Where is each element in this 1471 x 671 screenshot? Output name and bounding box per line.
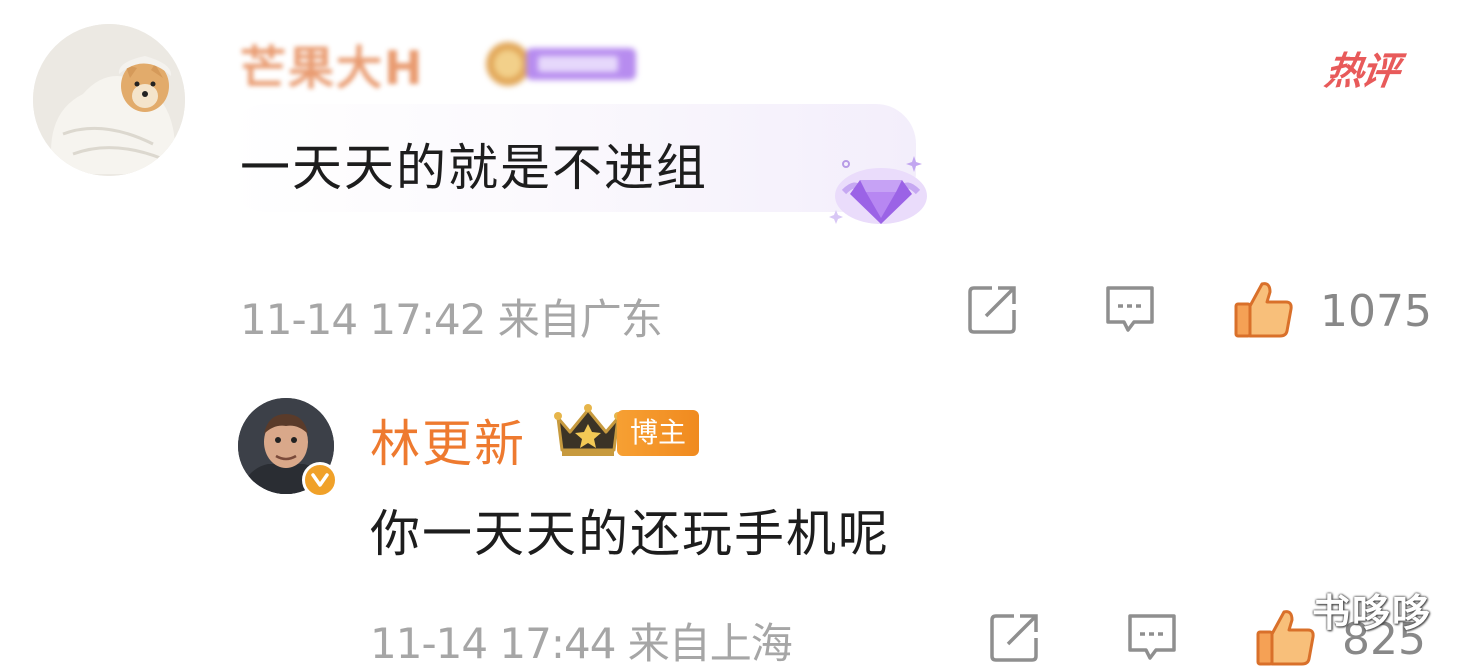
thumbs-up-icon[interactable] bbox=[1232, 276, 1296, 340]
reply-username[interactable]: 林更新 bbox=[370, 404, 526, 476]
reply-text: 你一天天的还玩手机呢 bbox=[370, 505, 890, 563]
timestamp: 11-14 17:42 bbox=[240, 295, 486, 344]
member-badge bbox=[478, 38, 638, 88]
diamond-icon bbox=[829, 156, 927, 224]
comment-icon[interactable] bbox=[1102, 282, 1158, 336]
watermark: 书哆哆 bbox=[1312, 591, 1433, 635]
location: 来自广东 bbox=[497, 295, 663, 344]
comment-text: 一天天的就是不进组 bbox=[240, 139, 708, 197]
username[interactable]: 芒果大H bbox=[240, 32, 425, 98]
like-count: 1075 bbox=[1320, 286, 1432, 337]
dog-avatar-icon bbox=[33, 24, 185, 176]
verified-icon bbox=[302, 462, 338, 498]
share-icon[interactable] bbox=[988, 610, 1044, 664]
reply-timestamp: 11-14 17:44 bbox=[370, 619, 616, 668]
crown-icon bbox=[554, 404, 622, 456]
comment-meta: 11-14 17:42 来自广东 bbox=[240, 286, 663, 347]
share-icon[interactable] bbox=[966, 282, 1022, 336]
comment-icon[interactable] bbox=[1124, 610, 1180, 664]
blogger-badge: 博主 bbox=[617, 410, 699, 456]
hot-comment-badge: 热评 bbox=[1322, 49, 1401, 93]
avatar[interactable] bbox=[33, 24, 185, 176]
reply-meta: 11-14 17:44 来自上海 bbox=[370, 610, 793, 671]
reply-location: 来自上海 bbox=[627, 619, 793, 668]
thumbs-up-icon[interactable] bbox=[1254, 604, 1318, 668]
